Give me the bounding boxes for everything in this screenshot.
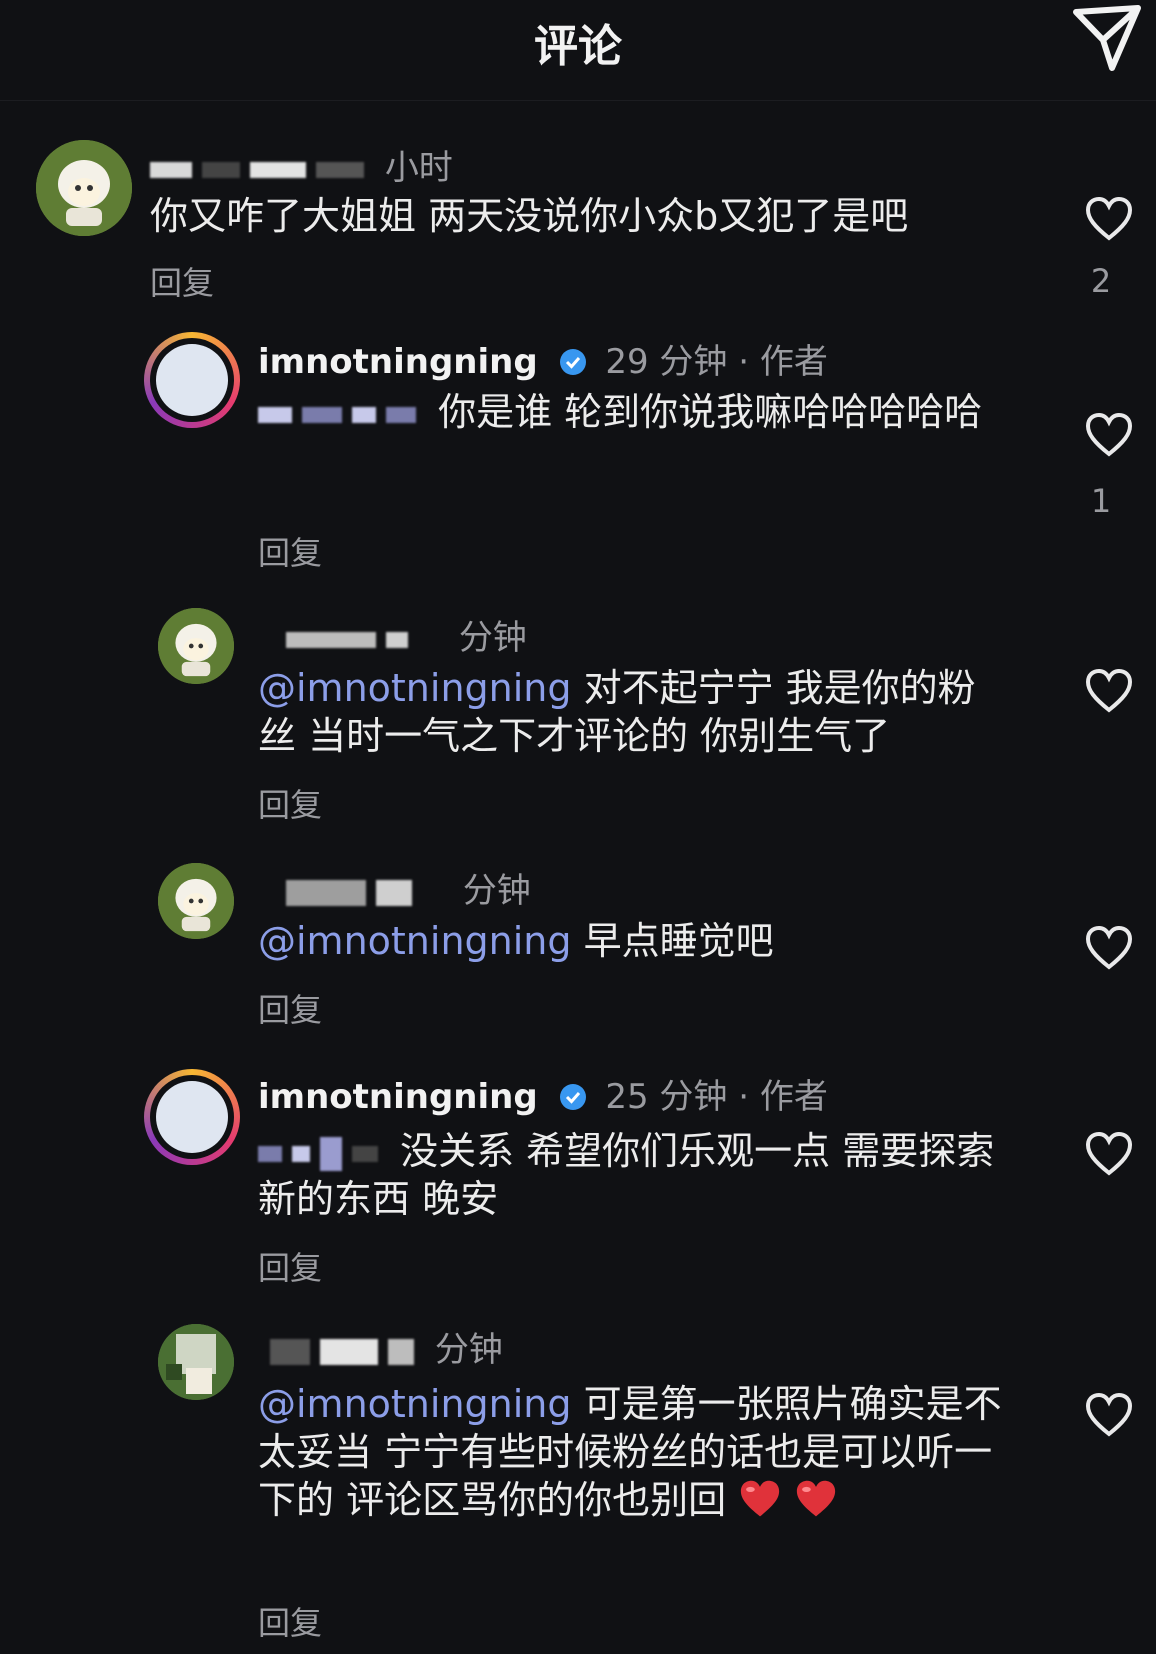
comment-text: @imnotningning 早点睡觉吧 (258, 917, 1003, 965)
heart-outline-icon[interactable] (1084, 196, 1134, 242)
username-redacted (286, 631, 376, 648)
comment-text: 你又咋了大姐姐 两天没说你小众b又犯了是吧 (150, 192, 980, 240)
username-redacted (270, 1338, 310, 1365)
comment-body: 没关系 希望你们乐观一点 需要探索新的东西 晚安 (258, 1129, 995, 1221)
comment-text: @imnotningning 对不起宁宁 我是你的粉丝 当时一气之下才评论的 你… (258, 664, 1003, 760)
username-redacted (202, 161, 240, 178)
mention-redacted (352, 1145, 378, 1162)
comment-time: 分钟 (434, 1330, 503, 1370)
comment-text: @imnotningning 可是第一张照片确实是不太妥当 宁宁有些时候粉丝的话… (258, 1380, 1003, 1524)
comment-time: 29 分钟 (605, 342, 728, 382)
heart-outline-icon[interactable] (1084, 412, 1134, 458)
mention-redacted (258, 1145, 282, 1162)
reply-button[interactable]: 回复 (150, 258, 214, 304)
username-redacted (320, 1338, 378, 1365)
username-redacted (150, 161, 192, 178)
verified-badge-icon (559, 1084, 586, 1110)
username-redacted (388, 1338, 414, 1365)
mention-redacted (258, 406, 292, 423)
comment-item: 分钟 @imnotningning 对不起宁宁 我是你的粉丝 当时一气之下才评论… (0, 600, 1156, 824)
avatar[interactable] (158, 608, 234, 684)
verified-badge-icon (559, 349, 586, 375)
mention-redacted (302, 406, 342, 423)
heart-outline-icon[interactable] (1084, 1131, 1134, 1177)
avatar[interactable] (158, 863, 234, 939)
reply-button[interactable]: 回复 (258, 1243, 322, 1289)
pixelated-avatar-icon (158, 1324, 234, 1400)
comment-text: 你是谁 轮到你说我嘛哈哈哈哈哈 (258, 388, 1003, 436)
avatar[interactable] (36, 140, 132, 236)
avatar[interactable] (144, 332, 240, 428)
reply-button[interactable]: 回复 (258, 528, 322, 574)
reply-button[interactable]: 回复 (258, 780, 322, 826)
reply-button[interactable]: 回复 (258, 1598, 322, 1644)
comment-meta: 分钟 (270, 1322, 503, 1371)
comment-time: 分钟 (462, 871, 531, 911)
username-redacted (286, 879, 366, 906)
author-tag: · 作者 (738, 342, 828, 382)
username[interactable]: imnotningning (258, 342, 538, 382)
comment-meta: 分钟 (286, 863, 531, 912)
comment-item: 分钟 @imnotningning 早点睡觉吧 回复 (0, 855, 1156, 1029)
comment-time: 25 分钟 (605, 1077, 728, 1117)
mention-redacted (386, 406, 416, 423)
page-title: 评论 (534, 21, 622, 72)
red-heart-emoji-icon (797, 1480, 836, 1517)
comment-meta: imnotningning 25 分钟 · 作者 (258, 1069, 828, 1118)
username-redacted (316, 161, 364, 178)
comment-item: 分钟 @imnotningning 可是第一张照片确实是不太妥当 宁宁有些时候粉… (0, 1318, 1156, 1654)
mention-link[interactable]: @imnotningning (258, 919, 572, 963)
comment-meta: 小时 (150, 140, 453, 189)
avatar[interactable] (158, 1324, 234, 1400)
mention-redacted (292, 1145, 310, 1162)
username-redacted (376, 879, 412, 906)
comment-item: imnotningning 29 分钟 · 作者 你是谁 轮到你说我嘛哈哈哈哈哈… (0, 330, 1156, 572)
paper-plane-icon[interactable] (1070, 2, 1144, 76)
heart-outline-icon[interactable] (1084, 1392, 1134, 1438)
like-count: 1 (1090, 482, 1112, 520)
username[interactable]: imnotningning (258, 1077, 538, 1117)
comment-text: 没关系 希望你们乐观一点 需要探索新的东西 晚安 (258, 1127, 1003, 1223)
reply-button[interactable]: 回复 (258, 985, 322, 1031)
comment-body: 早点睡觉吧 (571, 919, 774, 963)
sheep-avatar-icon (158, 608, 234, 684)
comment-meta: imnotningning 29 分钟 · 作者 (258, 334, 828, 383)
mention-link[interactable]: @imnotningning (258, 666, 572, 710)
heart-outline-icon[interactable] (1084, 925, 1134, 971)
header-bar: 评论 (0, 0, 1156, 101)
author-tag: · 作者 (738, 1077, 828, 1117)
mention-redacted (320, 1136, 342, 1171)
sheep-avatar-icon (36, 140, 132, 236)
comment-item: imnotningning 25 分钟 · 作者 没关系 希望你们乐观一点 需要… (0, 1065, 1156, 1287)
comment-time: 分钟 (458, 618, 527, 658)
comment-body: 你是谁 轮到你说我嘛哈哈哈哈哈 (438, 390, 983, 434)
username-redacted (250, 161, 306, 178)
comment-item: 小时 你又咋了大姐姐 两天没说你小众b又犯了是吧 回复 2 (0, 130, 1156, 310)
mention-link[interactable]: @imnotningning (258, 1382, 572, 1426)
like-count: 2 (1090, 262, 1112, 300)
mention-redacted (352, 406, 376, 423)
sheep-avatar-icon (158, 863, 234, 939)
comment-body: 你又咋了大姐姐 两天没说你小众b又犯了是吧 (150, 194, 909, 238)
username-redacted (386, 631, 408, 648)
heart-outline-icon[interactable] (1084, 668, 1134, 714)
comment-time: 小时 (384, 148, 453, 188)
red-heart-emoji-icon (741, 1480, 780, 1517)
avatar[interactable] (144, 1069, 240, 1165)
comment-meta: 分钟 (286, 610, 527, 659)
